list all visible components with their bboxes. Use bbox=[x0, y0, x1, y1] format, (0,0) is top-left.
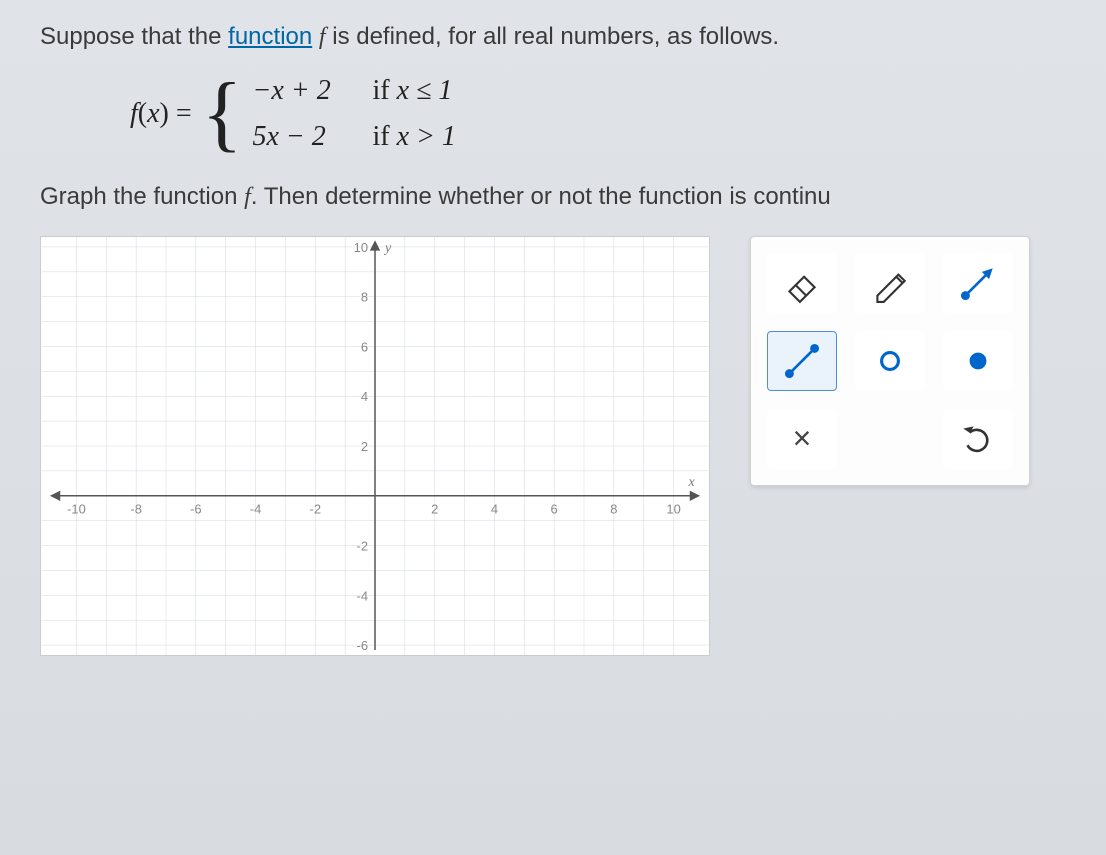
question-text: Suppose that the function f is defined, … bbox=[40, 20, 1066, 55]
undo-tool[interactable] bbox=[943, 409, 1013, 469]
ytick: -6 bbox=[357, 638, 369, 653]
closed-circle-tool[interactable] bbox=[943, 331, 1013, 391]
case-2: 5x − 2 if x > 1 bbox=[252, 121, 455, 153]
function-link[interactable]: function bbox=[228, 23, 312, 50]
case1-expr: −x + 2 bbox=[252, 75, 372, 107]
y-tick-labels: 10 8 6 4 2 -2 -4 -6 bbox=[354, 240, 368, 653]
eq-sign: = bbox=[169, 98, 192, 129]
instruction-prefix: Graph the function bbox=[40, 183, 244, 210]
brace: { bbox=[202, 81, 243, 146]
closed-circle-icon bbox=[957, 340, 999, 382]
line-icon bbox=[781, 340, 823, 382]
lhs-close: ) bbox=[160, 98, 169, 129]
case-1: −x + 2 if x ≤ 1 bbox=[252, 75, 455, 107]
open-circle-icon bbox=[869, 340, 911, 382]
ytick: -2 bbox=[357, 538, 369, 553]
undo-icon bbox=[957, 418, 999, 460]
ytick: 6 bbox=[361, 339, 368, 354]
y-axis-label: y bbox=[383, 241, 392, 256]
case2-var: x > 1 bbox=[397, 121, 456, 152]
eraser-tool[interactable] bbox=[767, 253, 837, 313]
pencil-icon bbox=[869, 262, 911, 304]
drawing-toolbox: × bbox=[750, 236, 1030, 486]
xtick: 4 bbox=[491, 501, 498, 516]
ray-tool[interactable] bbox=[943, 253, 1013, 313]
eraser-icon bbox=[781, 262, 823, 304]
instruction-suffix: . Then determine whether or not the func… bbox=[251, 183, 831, 210]
xtick: -2 bbox=[310, 501, 322, 516]
lhs-f: f bbox=[130, 98, 138, 129]
xtick: 2 bbox=[431, 501, 438, 516]
piecewise-equation: f(x) = { −x + 2 if x ≤ 1 5x − 2 if x > 1 bbox=[130, 75, 1066, 153]
ytick: 2 bbox=[361, 439, 368, 454]
open-circle-tool[interactable] bbox=[855, 331, 925, 391]
lhs-open: ( bbox=[138, 98, 147, 129]
xtick: -4 bbox=[250, 501, 261, 516]
case2-cond: if x > 1 bbox=[372, 121, 455, 153]
question-suffix: is defined, for all real numbers, as fol… bbox=[326, 23, 780, 50]
ytick: 10 bbox=[354, 240, 368, 255]
case1-cond: if x ≤ 1 bbox=[372, 75, 452, 107]
xtick: 10 bbox=[666, 501, 680, 516]
ytick: 4 bbox=[361, 389, 368, 404]
instruction-func: f bbox=[244, 184, 251, 210]
xtick: -8 bbox=[130, 501, 142, 516]
case1-if: if bbox=[372, 75, 396, 106]
xtick: -6 bbox=[190, 501, 202, 516]
clear-tool[interactable]: × bbox=[767, 409, 837, 469]
x-tick-labels: -10 -8 -6 -4 -2 2 4 6 8 10 bbox=[67, 501, 681, 516]
graph-container[interactable]: -10 -8 -6 -4 -2 2 4 6 8 10 10 8 6 4 2 -2… bbox=[40, 236, 710, 656]
case1-var: x ≤ 1 bbox=[397, 75, 453, 106]
question-space bbox=[312, 23, 319, 50]
lhs: f(x) = bbox=[130, 98, 192, 130]
cases: −x + 2 if x ≤ 1 5x − 2 if x > 1 bbox=[252, 75, 455, 153]
coordinate-grid[interactable]: -10 -8 -6 -4 -2 2 4 6 8 10 10 8 6 4 2 -2… bbox=[41, 237, 709, 655]
xtick: 6 bbox=[551, 501, 558, 516]
instruction-text: Graph the function f. Then determine whe… bbox=[40, 183, 1066, 211]
question-prefix: Suppose that the bbox=[40, 23, 228, 50]
case2-if: if bbox=[372, 121, 396, 152]
question-func-letter: f bbox=[319, 24, 326, 50]
lhs-x: x bbox=[147, 98, 159, 129]
line-segment-tool[interactable] bbox=[767, 331, 837, 391]
ray-icon bbox=[957, 262, 999, 304]
ytick: 8 bbox=[361, 289, 368, 304]
clear-icon: × bbox=[793, 420, 812, 457]
case2-expr: 5x − 2 bbox=[252, 121, 372, 153]
xtick: 8 bbox=[610, 501, 617, 516]
x-axis-label: x bbox=[687, 474, 695, 489]
pencil-tool[interactable] bbox=[855, 253, 925, 313]
xtick: -10 bbox=[67, 501, 86, 516]
bottom-area: -10 -8 -6 -4 -2 2 4 6 8 10 10 8 6 4 2 -2… bbox=[40, 236, 1066, 656]
ytick: -4 bbox=[357, 588, 369, 603]
